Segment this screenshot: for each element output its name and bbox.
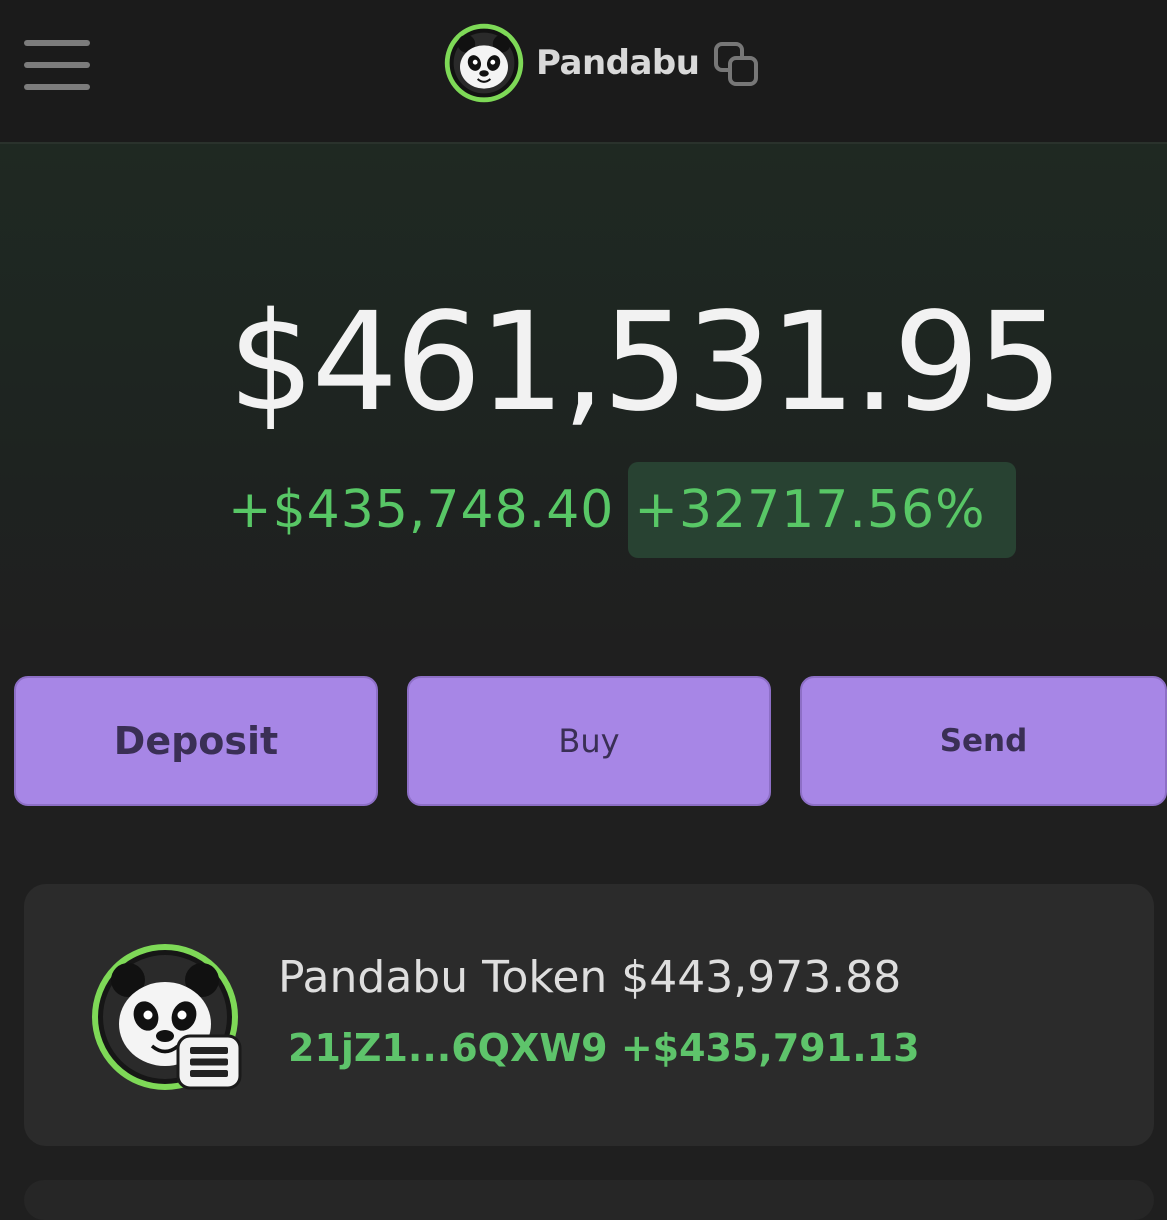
solana-chain-icon <box>176 1034 242 1090</box>
balance-change: +$435,748.40 +32717.56% <box>228 462 1016 558</box>
next-token-row <box>24 1180 1154 1220</box>
copy-icon[interactable] <box>712 40 764 92</box>
action-buttons: Deposit Buy Send <box>14 676 1167 806</box>
send-button[interactable]: Send <box>800 676 1167 806</box>
app-title: Pandabu <box>536 43 700 83</box>
change-amount: +$435,748.40 <box>228 480 615 540</box>
change-percent: +32717.56% <box>634 480 986 540</box>
token-name-value: Pandabu Token $443,973.88 <box>278 952 902 1003</box>
brand: Pandabu <box>444 18 700 108</box>
hamburger-menu-icon[interactable] <box>24 40 90 90</box>
deposit-button[interactable]: Deposit <box>14 676 378 806</box>
panda-logo-icon <box>444 23 524 103</box>
token-row[interactable]: Pandabu Token $443,973.88 21jZ1...6QXW9 … <box>24 884 1154 1146</box>
total-balance: $461,531.95 <box>228 284 1063 442</box>
token-address-change: 21jZ1...6QXW9 +$435,791.13 <box>288 1026 920 1070</box>
buy-button[interactable]: Buy <box>407 676 771 806</box>
top-bar: Pandabu <box>0 0 1167 144</box>
change-percent-badge: +32717.56% <box>628 462 1016 558</box>
